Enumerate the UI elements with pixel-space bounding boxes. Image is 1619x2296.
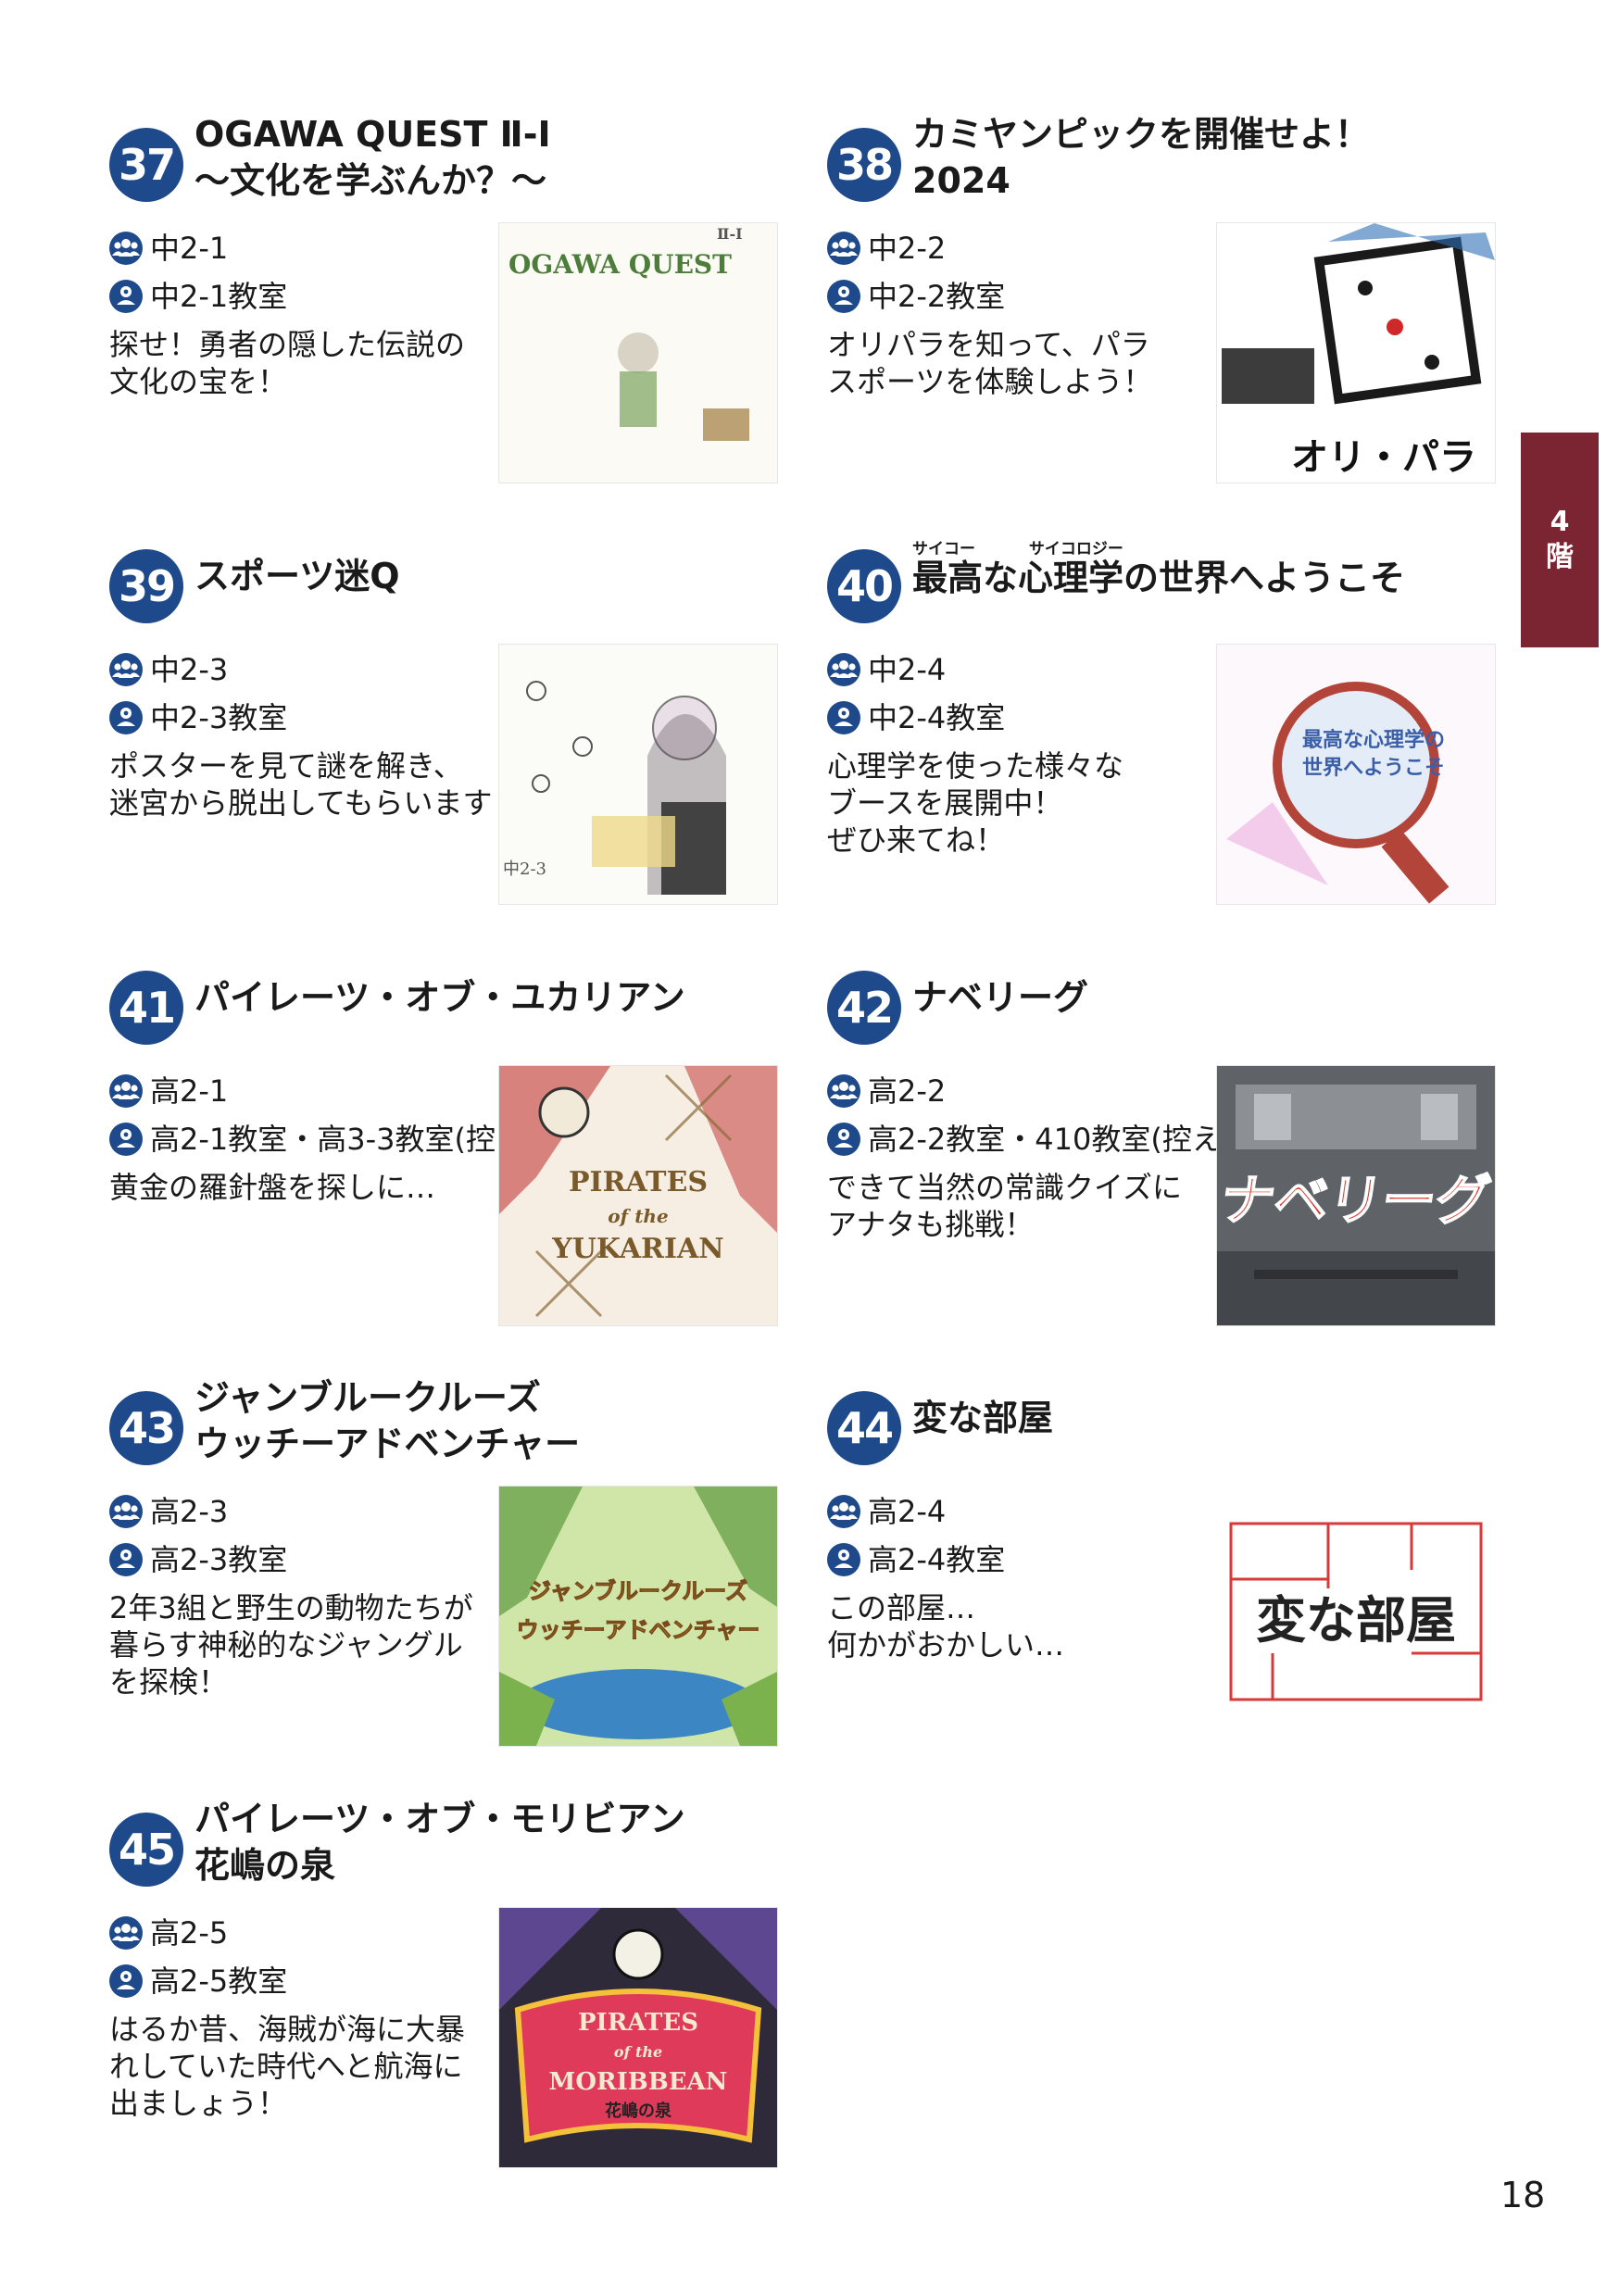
event-group: 高2-2 [827, 1073, 1225, 1110]
location-pin-icon [827, 280, 860, 313]
event-description: オリパラを知って、パラ スポーツを体験しよう！ [827, 327, 1153, 399]
event-room: 中2-4教室 [827, 699, 1225, 736]
event-number-badge: 44 [827, 1391, 901, 1465]
event-description: 心理学を使った様々な ブースを展開中！ ぜひ来てね！ [827, 748, 1124, 858]
event-title: パイレーツ・オブ・ユカリアン [195, 977, 685, 1018]
event-title: スポーツ迷Q [195, 556, 400, 596]
location-pin-icon [109, 1543, 143, 1576]
event-group: 高2-3 [109, 1493, 508, 1530]
event-description: ポスターを見て謎を解き、 迷宮から脱出してもらいます [109, 748, 493, 821]
location-pin-icon [827, 701, 860, 734]
event-poster-image: ナベリーグ [1216, 1065, 1496, 1326]
event-room: 中2-1教室 [109, 278, 508, 315]
event-entry-45: 45 パイレーツ・オブ・モリビアン 花嶋の泉 高2-5 高2-5教室 はるか昔、… [109, 1794, 813, 2192]
event-group: 中2-2 [827, 230, 1225, 267]
event-poster-image: オリ・パラ [1216, 222, 1496, 483]
event-entry-38: 38 カミヤンピックを開催せよ！ 2024 中2-2 中2-2教室 オリパラを知… [827, 109, 1531, 508]
location-pin-icon [109, 1123, 143, 1156]
people-group-icon [109, 1074, 143, 1108]
event-number-badge: 40 [827, 549, 901, 623]
event-number-badge: 38 [827, 128, 901, 202]
event-group: 中2-1 [109, 230, 508, 267]
event-entry-40: 40 サイコー サイコロジー 最高な心理学の世界へようこそ 中2-4 中2-4教… [827, 531, 1531, 929]
event-poster-image: PIRATES of the YUKARIAN [498, 1065, 778, 1326]
event-room: 高2-2教室・410教室(控え) [827, 1121, 1233, 1158]
event-description: 2年3組と野生の動物たちが 暮らす神秘的なジャングル を探検！ [109, 1590, 473, 1700]
event-poster-image: PIRATES of the MORIBBEAN 花嶋の泉 [498, 1907, 778, 2168]
event-entry-37: 37 OGAWA QUEST Ⅱ-Ⅰ ～文化を学ぶんか？～ 中2-1 中2-1教… [109, 109, 813, 508]
event-entry-43: 43 ジャンブルークルーズ ウッチーアドベンチャー 高2-3 高2-3教室 2年… [109, 1373, 813, 1771]
people-group-icon [109, 232, 143, 265]
people-group-icon [827, 232, 860, 265]
event-group: 中2-4 [827, 651, 1225, 688]
event-poster-image: 最高な心理学の 世界へようこそ [1216, 644, 1496, 905]
event-number-badge: 45 [109, 1813, 183, 1887]
people-group-icon [109, 1495, 143, 1528]
event-title: 変な部屋 [912, 1398, 1054, 1438]
event-group: 高2-1 [109, 1073, 508, 1110]
event-poster-image: 中2-3 [498, 644, 778, 905]
poster-caption: ジャンブルークルーズ ウッチーアドベンチャー [516, 1578, 760, 1644]
event-room: 高2-4教室 [827, 1541, 1225, 1578]
location-pin-icon [827, 1543, 860, 1576]
event-entry-39: 39 スポーツ迷Q 中2-3 中2-3教室 ポスターを見て謎を解き、 迷宮から脱… [109, 531, 813, 929]
people-group-icon [109, 653, 143, 686]
event-group: 高2-4 [827, 1493, 1225, 1530]
event-number-badge: 42 [827, 971, 901, 1045]
event-entry-41: 41 パイレーツ・オブ・ユカリアン 高2-1 高2-1教室・高3-3教室(控え)… [109, 952, 813, 1350]
event-number-badge: 41 [109, 971, 183, 1045]
location-pin-icon [109, 1964, 143, 1998]
location-pin-icon [109, 280, 143, 313]
event-title: カミヤンピックを開催せよ！ 2024 [912, 114, 1371, 201]
location-pin-icon [827, 1123, 860, 1156]
floor-tab: 4 階 [1521, 433, 1599, 647]
event-poster-image: OGAWA QUEST Ⅱ-Ⅰ [498, 222, 778, 483]
event-description: できて当然の常識クイズに アナタも挑戦！ [827, 1170, 1183, 1242]
event-room: 高2-5教室 [109, 1963, 508, 2000]
location-pin-icon [109, 701, 143, 734]
event-description: はるか昔、海賊が海に大暴 れしていた時代へと航海に 出ましょう！ [109, 2012, 466, 2121]
event-title: パイレーツ・オブ・モリビアン 花嶋の泉 [195, 1799, 685, 1886]
poster-caption: 最高な心理学の 世界へようこそ [1302, 728, 1446, 780]
event-group: 高2-5 [109, 1914, 508, 1951]
poster-caption: PIRATES of the YUKARIAN [552, 1166, 724, 1265]
people-group-icon [109, 1916, 143, 1950]
event-description: 探せ！勇者の隠した伝説の 文化の宝を！ [109, 327, 466, 399]
event-room: 中2-2教室 [827, 278, 1225, 315]
event-description: この部屋… 何かがおかしい… [827, 1590, 1065, 1662]
event-room: 高2-1教室・高3-3教室(控え) [109, 1121, 537, 1158]
event-room: 高2-3教室 [109, 1541, 508, 1578]
event-room: 中2-3教室 [109, 699, 508, 736]
event-poster-image: ジャンブルークルーズ ウッチーアドベンチャー [498, 1486, 778, 1747]
event-poster-image: 変な部屋 [1216, 1486, 1496, 1747]
event-title: ナベリーグ [912, 977, 1089, 1018]
poster-caption: PIRATES of the MORIBBEAN 花嶋の泉 [548, 2009, 728, 2121]
event-number-badge: 43 [109, 1391, 183, 1465]
page-number: 18 [1500, 2175, 1546, 2215]
event-entry-44: 44 変な部屋 高2-4 高2-4教室 この部屋… 何かがおかしい… 変な部屋 [827, 1373, 1531, 1771]
event-group: 中2-3 [109, 651, 508, 688]
people-group-icon [827, 1495, 860, 1528]
event-number-badge: 39 [109, 549, 183, 623]
event-entry-42: 42 ナベリーグ 高2-2 高2-2教室・410教室(控え) できて当然の常識ク… [827, 952, 1531, 1350]
event-title: ジャンブルークルーズ ウッチーアドベンチャー [195, 1377, 581, 1464]
event-number-badge: 37 [109, 128, 183, 202]
event-description: 黄金の羅針盤を探しに… [109, 1170, 436, 1205]
event-title: OGAWA QUEST Ⅱ-Ⅰ ～文化を学ぶんか？～ [195, 114, 551, 201]
event-title: サイコー サイコロジー 最高な心理学の世界へようこそ [912, 540, 1524, 601]
people-group-icon [827, 1074, 860, 1108]
people-group-icon [827, 653, 860, 686]
